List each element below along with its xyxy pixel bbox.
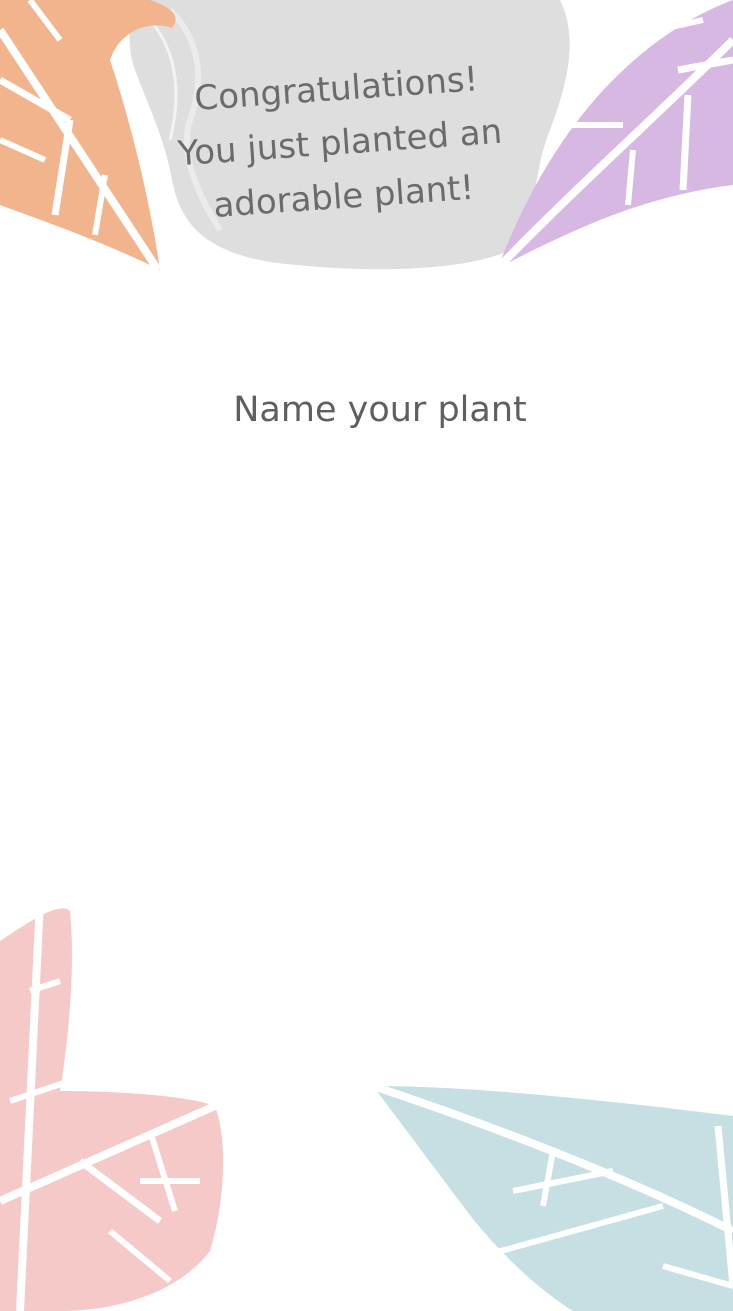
blue-leaf-icon bbox=[371, 1086, 733, 1311]
pink-leaf-icon bbox=[0, 901, 224, 1311]
congratulations-heading: Congratulations! You just planted an ado… bbox=[125, 48, 555, 239]
name-your-plant-label: Name your plant bbox=[233, 390, 527, 430]
plant-created-screen: Congratulations! You just planted an ado… bbox=[0, 0, 733, 1311]
